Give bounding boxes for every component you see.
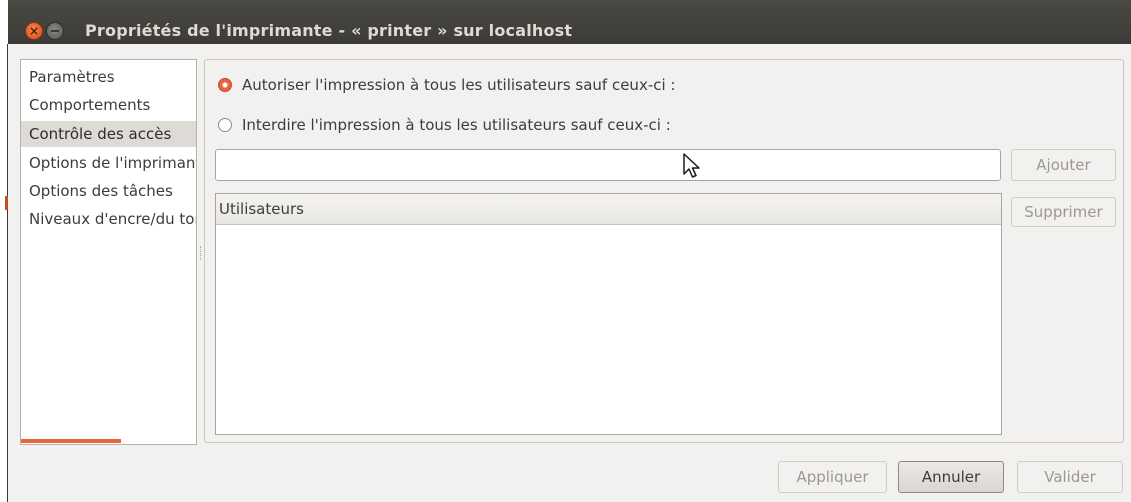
deny-radio-label: Interdire l'impression à tous les utilis… xyxy=(242,116,671,134)
sidebar-item-options-imprimante[interactable]: Options de l'imprimante xyxy=(21,150,196,176)
deny-radio-button[interactable] xyxy=(218,118,232,132)
sidebar-horizontal-scrollbar[interactable] xyxy=(21,439,121,443)
username-input[interactable] xyxy=(215,149,1001,181)
title-bar[interactable]: × Propriétés de l'imprimante - « printer… xyxy=(8,0,1131,44)
allow-all-except-option[interactable]: Autoriser l'impression à tous les utilis… xyxy=(218,74,675,96)
close-icon: × xyxy=(28,24,40,38)
pane-resize-handle[interactable] xyxy=(196,246,201,260)
deny-all-except-option[interactable]: Interdire l'impression à tous les utilis… xyxy=(218,114,671,136)
settings-sidebar: Paramètres Comportements Contrôle des ac… xyxy=(20,59,197,445)
close-window-button[interactable]: × xyxy=(25,22,43,40)
remove-user-button[interactable]: Supprimer xyxy=(1011,197,1116,227)
sidebar-item-niveaux-encre[interactable]: Niveaux d'encre/du toner xyxy=(21,206,196,232)
sidebar-item-options-taches[interactable]: Options des tâches xyxy=(21,178,196,204)
window-title: Propriétés de l'imprimante - « printer »… xyxy=(85,21,573,40)
users-list[interactable]: Utilisateurs xyxy=(215,193,1002,435)
sidebar-item-controle-des-acces[interactable]: Contrôle des accès xyxy=(21,121,196,147)
allow-radio-button[interactable] xyxy=(218,78,232,92)
ok-button[interactable]: Valider xyxy=(1017,461,1123,493)
cancel-button[interactable]: Annuler xyxy=(898,461,1004,493)
sidebar-item-comportements[interactable]: Comportements xyxy=(21,92,196,118)
sidebar-item-parametres[interactable]: Paramètres xyxy=(21,64,196,90)
minimize-window-button[interactable] xyxy=(46,22,64,40)
add-user-button[interactable]: Ajouter xyxy=(1011,149,1116,181)
allow-radio-label: Autoriser l'impression à tous les utilis… xyxy=(242,76,676,94)
mouse-pointer-icon xyxy=(683,153,700,178)
users-column-header[interactable]: Utilisateurs xyxy=(216,194,1001,225)
printer-properties-window: × Propriétés de l'imprimante - « printer… xyxy=(8,0,1131,502)
apply-button[interactable]: Appliquer xyxy=(778,461,887,493)
